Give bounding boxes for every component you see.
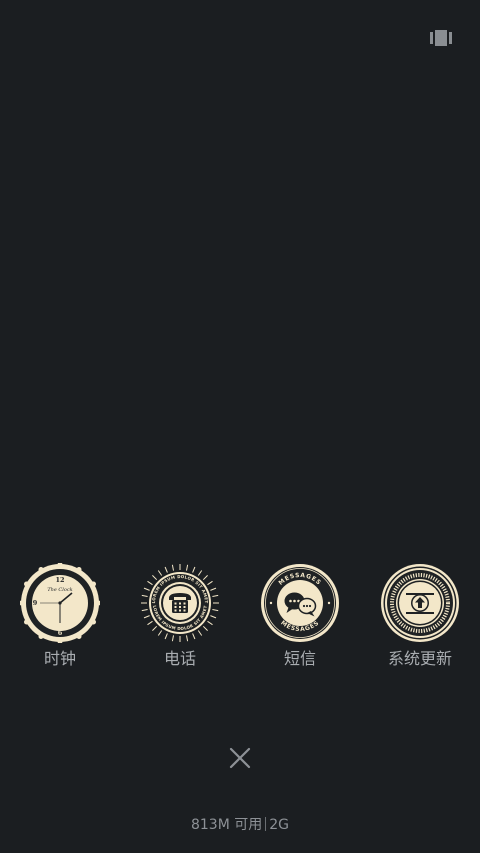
close-icon[interactable]: [228, 746, 252, 770]
multi-window-icon[interactable]: [430, 30, 452, 46]
app-messages[interactable]: MESSAGES MESSAGES 短信: [250, 563, 350, 673]
clock-numeral-3: 3: [83, 599, 88, 607]
app-clock[interactable]: 12 3 6 9 The Clock 时钟: [10, 563, 110, 673]
memory-total: 2G: [269, 817, 290, 833]
app-system-update-label: 系统更新: [387, 649, 452, 668]
memory-divider: [265, 817, 267, 831]
recent-apps-row: 12 3 6 9 The Clock 时钟 LOREM IPSUM DOLOR …: [0, 563, 480, 673]
app-clock-label: 时钟: [43, 649, 76, 668]
memory-available: 813M 可用: [190, 817, 263, 833]
clock-badge-icon: 12 3 6 9 The Clock: [20, 563, 100, 643]
app-messages-label: 短信: [283, 649, 316, 668]
messages-badge-icon: MESSAGES MESSAGES: [261, 564, 339, 642]
app-system-update[interactable]: 系统更新: [370, 563, 470, 673]
clock-numeral-6: 6: [58, 629, 63, 637]
app-phone-label: 电话: [163, 649, 196, 668]
phone-badge-icon: LOREM IPSUM DOLOR SIT AMET LOREM IPSUM D…: [141, 564, 219, 642]
app-phone[interactable]: LOREM IPSUM DOLOR SIT AMET LOREM IPSUM D…: [130, 563, 230, 673]
memory-status: 813M 可用 2G: [0, 815, 480, 835]
clock-badge-title: The Clock: [47, 587, 72, 593]
recent-apps-screen: 12 3 6 9 The Clock 时钟 LOREM IPSUM DOLOR …: [0, 0, 480, 853]
system-update-badge-icon: [381, 564, 459, 642]
clock-numeral-12: 12: [55, 576, 64, 584]
clock-numeral-9: 9: [33, 599, 38, 607]
